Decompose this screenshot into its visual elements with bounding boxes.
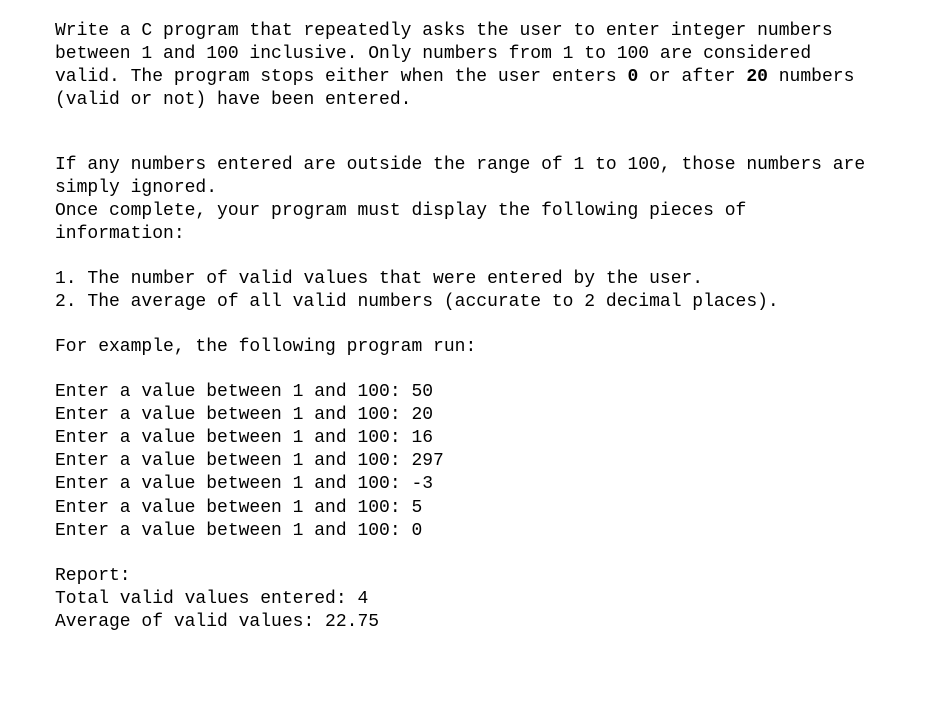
report-average: Average of valid values: 22.75 [55,611,874,634]
example-run-line: Enter a value between 1 and 100: 50 [55,381,874,404]
report-total: Total valid values entered: 4 [55,588,874,611]
example-intro: For example, the following program run: [55,336,874,359]
requirement-item-2: 2. The average of all valid numbers (acc… [55,291,874,314]
example-run-line: Enter a value between 1 and 100: 297 [55,450,874,473]
requirement-item-1: 1. The number of valid values that were … [55,268,874,291]
problem-statement-p1: Write a C program that repeatedly asks t… [55,20,874,112]
example-run-line: Enter a value between 1 and 100: 16 [55,427,874,450]
report-header: Report: [55,565,874,588]
problem-statement-p3: Once complete, your program must display… [55,200,874,246]
example-run-line: Enter a value between 1 and 100: 20 [55,404,874,427]
p1-bold-twenty: 20 [746,67,768,87]
p1-bold-zero: 0 [628,67,639,87]
example-run-line: Enter a value between 1 and 100: 0 [55,520,874,543]
p1-text-2: or after [638,67,746,87]
example-run-line: Enter a value between 1 and 100: 5 [55,497,874,520]
example-run-line: Enter a value between 1 and 100: -3 [55,473,874,496]
problem-statement-p2: If any numbers entered are outside the r… [55,154,874,200]
